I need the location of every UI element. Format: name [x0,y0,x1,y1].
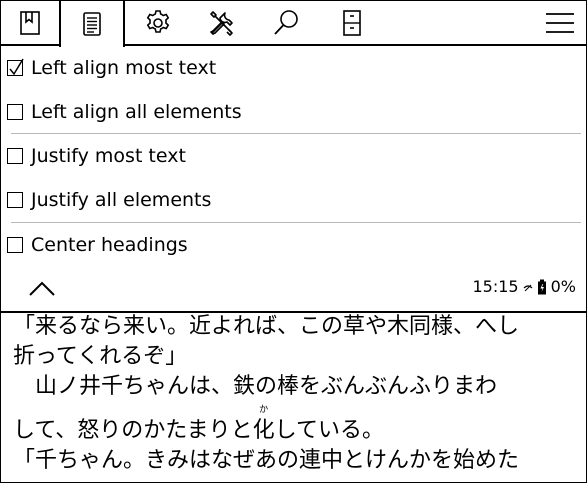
chevron-up-icon [29,281,55,296]
collapse-menu-button[interactable] [25,276,59,300]
menu-item-label: Justify most text [31,145,186,167]
text-line: 「来るなら来い。近よれば、この草や木同様、へし [13,314,520,339]
clock: 15:15 [472,277,519,296]
text-line: 「千ちゃん。きみはなぜあの連中とけんかを始めた [13,448,520,473]
top-toolbar [1,1,586,47]
checkmark-icon [9,58,24,76]
checkbox-unchecked[interactable] [7,192,23,208]
menu-item-label: Center headings [31,234,188,256]
ruby-reading: か [259,405,269,415]
tab-document-settings[interactable] [59,1,125,47]
bookmark-icon [20,11,40,35]
menu-footer: 15:15 0% [1,266,586,310]
text-line: 山ノ井千ちゃんは、鉄の棒をぶんぶんふりまわ [13,374,498,399]
document-settings-icon [83,12,101,36]
text-segment: して、怒りのかたまりと [13,418,253,443]
tools-icon [210,11,233,36]
menu-item-justify-most-text[interactable]: Justify most text [1,134,586,178]
menu-item-label: Left align most text [31,57,217,79]
menu-item-center-headings[interactable]: Center headings [1,223,586,267]
checkbox-unchecked[interactable] [7,104,23,120]
menu-item-justify-all-elements[interactable]: Justify all elements [1,178,586,222]
menu-item-left-align-all-elements[interactable]: Left align all elements [1,90,586,134]
tab-main-menu[interactable] [535,1,585,45]
tab-tools[interactable] [193,1,251,45]
tab-settings[interactable] [129,1,187,45]
menu-item-label: Left align all elements [31,101,242,123]
gear-icon [146,10,170,33]
checkbox-unchecked[interactable] [7,237,23,253]
search-icon [274,10,298,35]
tab-search[interactable] [257,1,315,45]
tab-file-browser[interactable] [323,1,381,45]
file-cabinet-icon [343,10,361,36]
wifi-off-icon [523,284,533,291]
menu-item-label: Justify all elements [31,189,212,211]
battery-icon [537,279,546,294]
battery-level: 0% [550,277,576,296]
text-segment: している。 [274,418,384,443]
tab-bookmarks[interactable] [1,1,59,45]
menu-item-left-align-most-text[interactable]: Left align most text [1,46,586,90]
reader-window: Left align most text Left align all elem… [0,0,587,483]
checkbox-unchecked[interactable] [7,148,23,164]
status-bar: 15:15 0% [473,277,577,296]
hamburger-menu-icon [546,13,574,33]
ruby-base: 化 [252,418,275,443]
ruby-annotated-word: か化 [252,405,275,445]
text-line: して、怒りのかたまりとか化している。 [13,405,384,445]
text-line: 折ってくれるぞ」 [13,344,188,369]
checkbox-checked[interactable] [7,58,24,76]
